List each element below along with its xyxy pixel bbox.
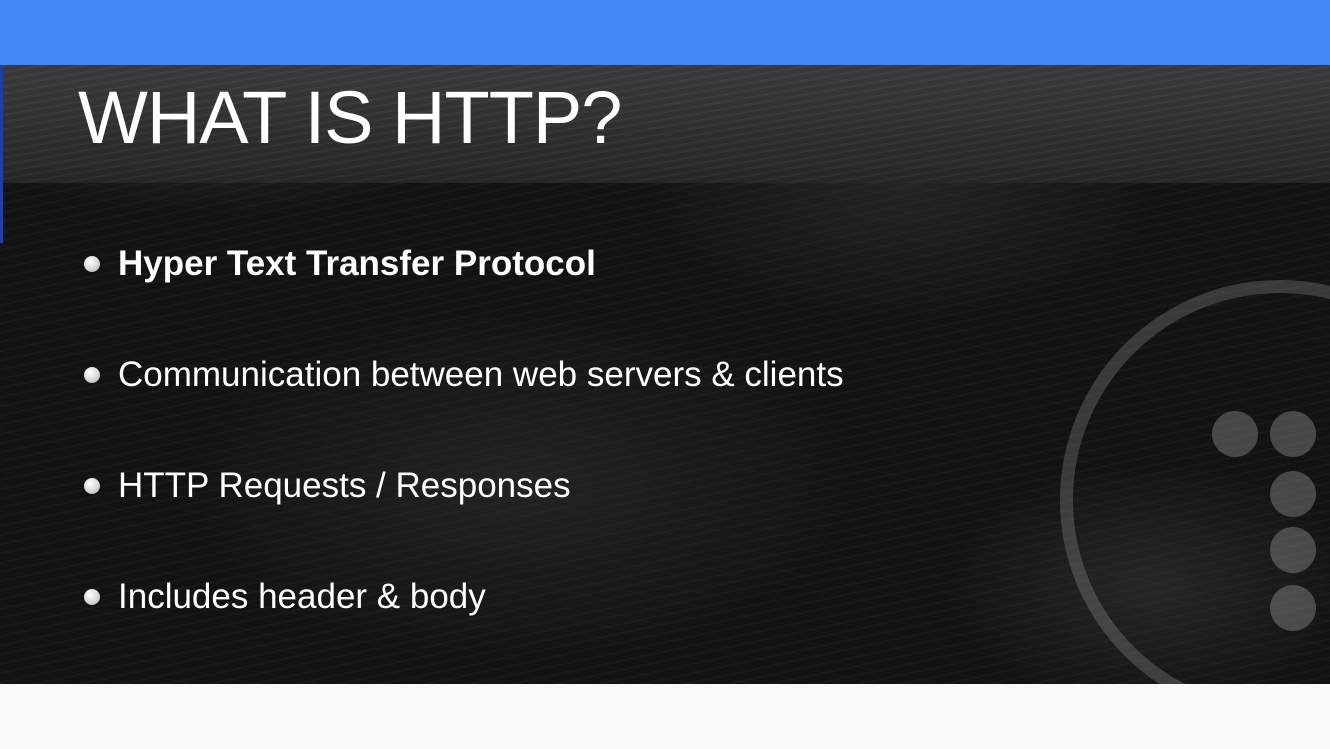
slide-title: WHAT IS HTTP?	[78, 76, 622, 159]
title-band: WHAT IS HTTP?	[0, 65, 1330, 183]
bottom-strip	[0, 684, 1330, 749]
slide-left-edge	[0, 65, 3, 243]
bullet-item: Hyper Text Transfer Protocol	[84, 244, 596, 284]
bullet-item: Communication between web servers & clie…	[84, 355, 844, 395]
bullet-dot-icon	[84, 478, 100, 494]
decorative-dot-icon	[1270, 585, 1316, 631]
bullet-item: Includes header & body	[84, 577, 486, 617]
bullet-text: HTTP Requests / Responses	[118, 466, 571, 505]
bullet-item: HTTP Requests / Responses	[84, 466, 571, 506]
presentation-slide: WHAT IS HTTP? Hyper Text Transfer Protoc…	[0, 65, 1330, 684]
bullet-text: Includes header & body	[118, 577, 486, 616]
bullet-dot-icon	[84, 589, 100, 605]
decorative-dot-icon	[1270, 527, 1316, 573]
decorative-dot-icon	[1212, 411, 1258, 457]
bullet-dot-icon	[84, 256, 100, 272]
decorative-dot-icon	[1270, 411, 1316, 457]
bullet-dot-icon	[84, 367, 100, 383]
bullet-text: Communication between web servers & clie…	[118, 355, 844, 394]
decorative-dot-icon	[1270, 471, 1316, 517]
bullet-text: Hyper Text Transfer Protocol	[118, 244, 596, 283]
top-bar	[0, 0, 1330, 65]
